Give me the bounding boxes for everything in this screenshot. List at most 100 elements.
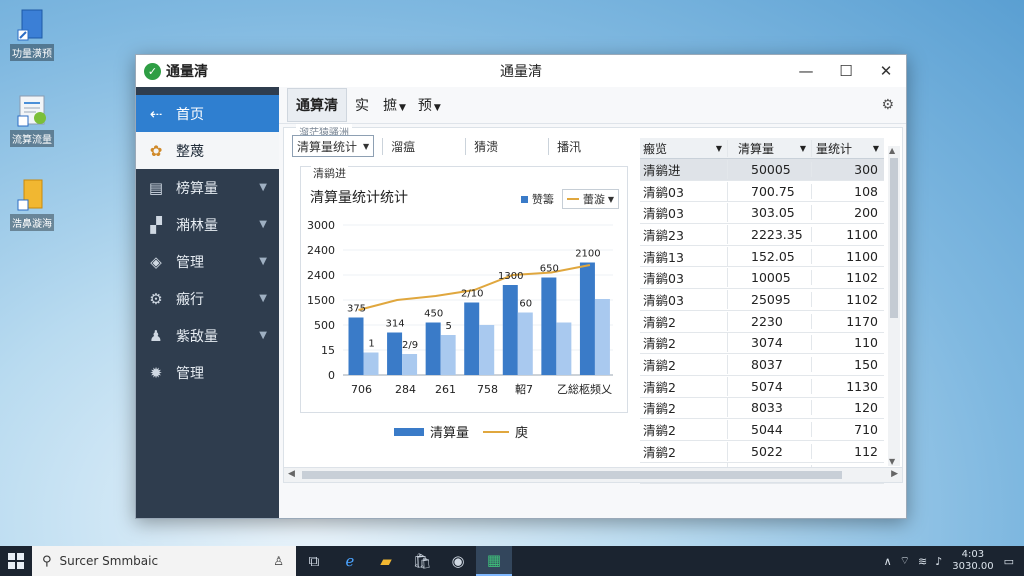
table-row[interactable]: 清鹟03 10005 1102 — [640, 267, 884, 290]
column-header[interactable]: 量统计 ▼ — [812, 140, 884, 157]
sidebar-item-5[interactable]: ◈ 管理 ▼ — [136, 243, 279, 280]
desktop-icon-1[interactable]: 功量潢预 — [6, 8, 58, 61]
dropdown-2[interactable]: 预 ▼ — [412, 95, 447, 115]
table-cell: 1100 — [846, 248, 878, 264]
search-input[interactable]: Surcer Smmbaic — [60, 554, 159, 568]
minimize-button[interactable]: — — [786, 55, 826, 87]
table-row[interactable]: 清鹟2 5074 1130 — [640, 376, 884, 398]
x-tick-label: 284 — [395, 383, 416, 396]
filter-col-2[interactable]: 猜溃 — [465, 137, 540, 155]
data-table: 瘢览 ▼ 清算量 ▼ 量统计 ▼ 清鹟进 50005 300 清鹟03 700.75 108 清鹟… — [640, 138, 884, 485]
scroll-up-icon[interactable]: ▲ — [889, 146, 895, 155]
table-row[interactable]: 清鹟2 3074 110 — [640, 333, 884, 355]
dropdown-1[interactable]: 摭 ▼ — [377, 95, 412, 115]
data-label: 2100 — [575, 249, 600, 260]
filter-col-3[interactable]: 播汛 — [548, 137, 623, 155]
person-icon: ♟ — [149, 326, 163, 345]
file-explorer-icon[interactable]: ▰ — [368, 546, 404, 576]
table-row[interactable]: 清鹟13 152.05 1100 — [640, 246, 884, 268]
notification-icon[interactable]: ▭ — [1004, 555, 1014, 568]
data-label: 375 — [347, 304, 366, 315]
filter-col-1[interactable]: 溜瘟 — [382, 137, 457, 155]
sidebar-item-4[interactable]: ▞ 潲林量 ▼ — [136, 206, 279, 243]
horizontal-scrollbar[interactable]: ◀ ▶ — [284, 467, 902, 482]
table-row[interactable]: 清鹟2 2230 1170 — [640, 311, 884, 333]
table-cell: 3074 — [728, 335, 812, 351]
settings-icon[interactable]: ⚙ — [881, 97, 894, 113]
vertical-scrollbar[interactable]: ▲ ▼ — [888, 146, 900, 466]
tab-2[interactable]: 实 — [347, 89, 377, 121]
scroll-thumb[interactable] — [890, 158, 898, 318]
bar-secondary — [440, 335, 456, 375]
table-cell: 清鹟23 — [640, 224, 728, 244]
x-tick-label: 758 — [477, 383, 498, 396]
data-label: 650 — [540, 264, 559, 275]
network-icon[interactable]: ⌔ — [900, 554, 910, 568]
table-cell: 清鹟13 — [640, 246, 728, 266]
stat-select[interactable]: 清算量统计 ▼ — [292, 135, 375, 157]
table-row[interactable]: 清鹟2 5022 112 — [640, 441, 884, 463]
table-cell: 8033 — [728, 400, 812, 416]
content-area: 溜茫猿骚洲 清算量统计 ▼ 溜瘟 猜溃 播汛 清鹟进 清算量统计统计 赞籌 蕾漩… — [283, 124, 903, 485]
bar-primary — [387, 332, 403, 375]
mic-icon[interactable]: ♙ — [273, 554, 284, 568]
table-row[interactable]: 清鹟03 700.75 108 — [640, 181, 884, 203]
table-row[interactable]: 清鹟03 303.05 200 — [640, 202, 884, 225]
y-tick-label: 2400 — [307, 244, 335, 257]
table-row[interactable]: 清鹟2 8033 120 — [640, 398, 884, 420]
caret-down-icon: ▼ — [872, 143, 879, 153]
table-row[interactable]: 清鹟2 5044 710 — [640, 419, 884, 441]
sidebar-item-label: 紫敌量 — [176, 328, 218, 345]
settings-icon: ✹ — [149, 363, 163, 382]
table-cell: 150 — [854, 357, 878, 373]
scroll-down-icon[interactable]: ▼ — [889, 457, 895, 466]
table-cell: 清鹟2 — [640, 311, 728, 331]
sidebar-item-7[interactable]: ♟ 紫敌量 ▼ — [136, 317, 279, 354]
table-cell: 5044 — [728, 422, 812, 438]
desktop-icon-3[interactable]: 浩鼻漩海 — [6, 178, 58, 231]
scroll-right-icon[interactable]: ▶ — [891, 469, 898, 479]
sidebar-item-home[interactable]: ⇠ 首页 — [136, 95, 279, 132]
clock-time: 4:03 — [961, 549, 985, 560]
store-icon[interactable]: 🛍 — [404, 546, 440, 576]
table-cell: 8037 — [728, 357, 812, 373]
chevron-up-icon[interactable]: ∧ — [884, 555, 892, 568]
table-row[interactable]: 清鹟2 8037 150 — [640, 354, 884, 376]
sidebar-item-6[interactable]: ⚙ 瘢行 ▼ — [136, 280, 279, 317]
task-view-icon[interactable]: ⧉ — [296, 546, 332, 576]
sidebar-item-8[interactable]: ✹ 管理 — [136, 354, 279, 391]
close-button[interactable]: ✕ — [866, 55, 906, 87]
table-row[interactable]: 清鹟03 25095 1102 — [640, 289, 884, 311]
table-cell: 清鹟2 — [640, 420, 728, 440]
table-cell: 清鹟进 — [640, 159, 728, 179]
maximize-button[interactable]: ☐ — [826, 55, 866, 87]
scroll-left-icon[interactable]: ◀ — [288, 469, 295, 479]
cube-icon: ◈ — [150, 252, 162, 271]
tab-active[interactable]: 通算清 — [287, 88, 347, 122]
bar-primary — [579, 262, 595, 375]
app-taskbar-icon[interactable]: ▦ — [476, 546, 512, 576]
chrome-icon[interactable]: ◉ — [440, 546, 476, 576]
table-cell: 清鹟2 — [640, 376, 728, 396]
clock[interactable]: 4:03 3030.00 — [952, 549, 993, 573]
volume-icon[interactable]: ♪ — [935, 555, 942, 568]
sidebar-item-3[interactable]: ▤ 榜算量 ▼ — [136, 169, 279, 206]
edge-icon[interactable]: ℯ — [332, 546, 368, 576]
x-tick-label: 乙総柩频乂 — [557, 382, 612, 396]
sidebar-item-2[interactable]: ✿ 整蔑 — [136, 132, 279, 169]
column-header[interactable]: 清算量 ▼ — [728, 139, 812, 157]
table-row[interactable]: 清鹟进 50005 300 — [640, 159, 884, 181]
column-header[interactable]: 瘢览 ▼ — [640, 139, 728, 157]
y-tick-label: 1500 — [307, 294, 335, 307]
start-button[interactable] — [0, 546, 32, 576]
desktop-icon-2[interactable]: 流算流量 — [6, 94, 58, 147]
taskbar: ⚲ Surcer Smmbaic ♙ ⧉ ℯ ▰ 🛍 ◉ ▦ ∧ ⌔ ≋ ♪ 4… — [0, 546, 1024, 576]
bar-primary — [464, 302, 480, 375]
chart-card: 清鹟进 清算量统计统计 赞籌 蕾漩 ▼ 3000 2400 2400 1500 500 1… — [300, 165, 628, 413]
taskbar-search[interactable]: ⚲ Surcer Smmbaic ♙ — [32, 546, 296, 576]
caret-down-icon: ▼ — [363, 141, 370, 151]
scroll-thumb[interactable] — [302, 471, 842, 479]
wifi-icon[interactable]: ≋ — [918, 555, 927, 568]
table-cell: 25095 — [728, 291, 812, 307]
table-row[interactable]: 清鹟23 2223.35 1100 — [640, 224, 884, 246]
